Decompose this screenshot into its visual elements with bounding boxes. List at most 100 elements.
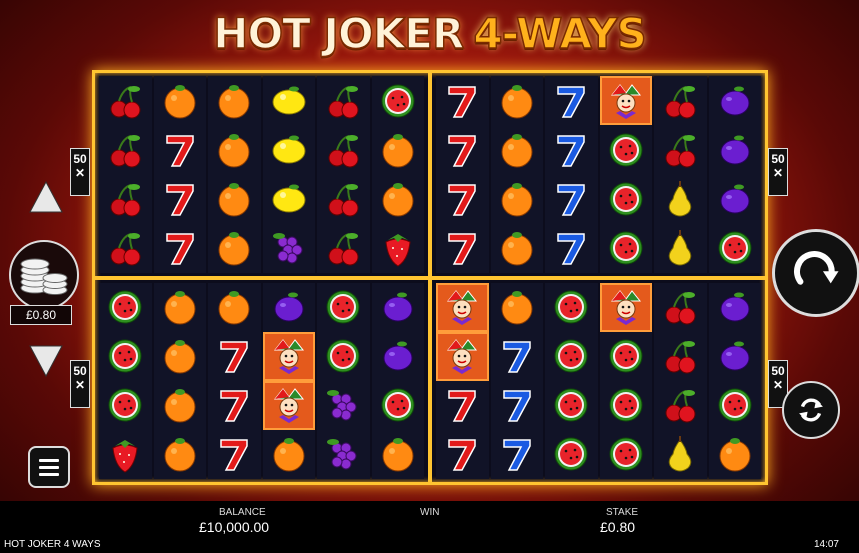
symbol-pear xyxy=(654,430,707,479)
cherry-icon xyxy=(110,85,141,119)
pear-icon xyxy=(669,229,692,266)
reel-3 xyxy=(208,76,261,273)
reel-2 xyxy=(490,76,544,273)
multiplier-value: 50 xyxy=(73,364,87,378)
reel-4 xyxy=(599,76,653,273)
watermelon-icon xyxy=(108,339,142,373)
symbol-orange xyxy=(491,125,544,174)
symbol-watermelon xyxy=(99,283,152,332)
orange-icon xyxy=(501,84,533,119)
symbol-cherry xyxy=(654,332,707,381)
lemon-icon xyxy=(272,135,306,164)
watermelon-icon xyxy=(718,388,752,422)
watermelon-icon xyxy=(609,133,643,167)
symbol-cherry xyxy=(99,76,152,125)
menu-icon-line xyxy=(39,465,59,469)
reel-2 xyxy=(153,76,207,273)
watermelon-icon xyxy=(718,231,752,265)
symbol-watermelon xyxy=(99,381,152,430)
symbol-grape xyxy=(317,430,370,479)
autoplay-button[interactable] xyxy=(782,381,840,439)
joker-icon xyxy=(610,83,641,119)
symbol-joker xyxy=(262,380,315,430)
stake-up-button[interactable] xyxy=(28,180,64,214)
symbol-orange xyxy=(154,332,207,381)
symbol-plum xyxy=(372,283,425,332)
symbol-cherry xyxy=(317,125,370,174)
grape-icon xyxy=(327,439,357,470)
watermelon-icon xyxy=(554,290,588,324)
watermelon-icon xyxy=(609,339,643,373)
pear-icon xyxy=(669,180,692,217)
seven-icon xyxy=(448,85,476,118)
logo-text-4-ways: 4-WAYS xyxy=(473,8,648,59)
symbol-orange xyxy=(208,283,261,332)
orange-icon xyxy=(273,438,305,472)
strawberry-icon xyxy=(385,233,411,267)
stake-selector-button[interactable] xyxy=(9,240,79,310)
symbol-watermelon xyxy=(600,381,653,430)
orange-icon xyxy=(501,133,533,168)
reel-4 xyxy=(262,282,316,479)
reel-5 xyxy=(317,282,370,479)
reel-set-top-right xyxy=(432,73,765,276)
symbol-bluseven xyxy=(491,332,544,381)
symbol-seven xyxy=(154,125,207,174)
stake-label: STAKE xyxy=(606,507,639,518)
seven-icon xyxy=(166,134,194,167)
symbol-orange xyxy=(491,174,544,223)
menu-icon-line xyxy=(39,472,59,476)
orange-icon xyxy=(501,182,533,217)
stake-button-value: £0.80 xyxy=(10,305,72,325)
multiplier-symbol: ✕ xyxy=(74,378,86,392)
menu-icon-line xyxy=(39,458,59,462)
reel-6 xyxy=(708,282,761,479)
orange-icon xyxy=(382,133,414,168)
watermelon-icon xyxy=(609,437,643,471)
bluseven-icon xyxy=(557,184,585,216)
symbol-orange xyxy=(491,76,544,125)
plum-icon xyxy=(720,341,750,371)
watermelon-icon xyxy=(108,388,142,422)
orange-icon xyxy=(382,438,414,472)
watermelon-icon xyxy=(609,388,643,422)
orange-icon xyxy=(164,389,196,423)
symbol-watermelon xyxy=(600,223,653,272)
symbol-lemon xyxy=(263,125,316,174)
bluseven-icon xyxy=(503,341,531,373)
symbol-watermelon xyxy=(600,125,653,174)
reel-2 xyxy=(490,282,544,479)
symbol-watermelon xyxy=(545,430,598,479)
symbol-plum xyxy=(263,283,316,332)
clock: 14:07 xyxy=(813,539,839,550)
seven-icon xyxy=(448,134,476,167)
symbol-cherry xyxy=(99,125,152,174)
symbol-orange xyxy=(491,283,544,332)
reel-6 xyxy=(371,282,425,479)
symbol-plum xyxy=(372,332,425,381)
symbol-watermelon xyxy=(317,283,370,332)
reel-set-bottom-right xyxy=(432,280,765,483)
logo-text-hot-joker: HOT JOKER xyxy=(213,8,466,59)
symbol-orange xyxy=(372,174,425,223)
strawberry-icon xyxy=(112,440,138,474)
symbol-bluseven xyxy=(545,223,598,272)
symbol-lemon xyxy=(263,76,316,125)
symbol-bluseven xyxy=(545,76,598,125)
seven-icon xyxy=(220,341,248,373)
symbol-orange xyxy=(154,381,207,430)
orange-icon xyxy=(501,291,533,325)
menu-button[interactable] xyxy=(28,446,70,488)
autoplay-icon xyxy=(799,398,823,422)
stake-down-button[interactable] xyxy=(28,344,64,378)
bluseven-icon xyxy=(503,439,531,472)
symbol-pear xyxy=(654,223,707,272)
cherry-icon xyxy=(110,134,141,168)
orange-icon xyxy=(382,182,414,217)
symbol-pear xyxy=(654,174,707,223)
spin-button[interactable] xyxy=(772,229,859,317)
symbol-bluseven xyxy=(545,174,598,223)
symbol-orange xyxy=(154,76,207,125)
symbol-orange xyxy=(154,283,207,332)
cherry-icon xyxy=(328,183,359,217)
